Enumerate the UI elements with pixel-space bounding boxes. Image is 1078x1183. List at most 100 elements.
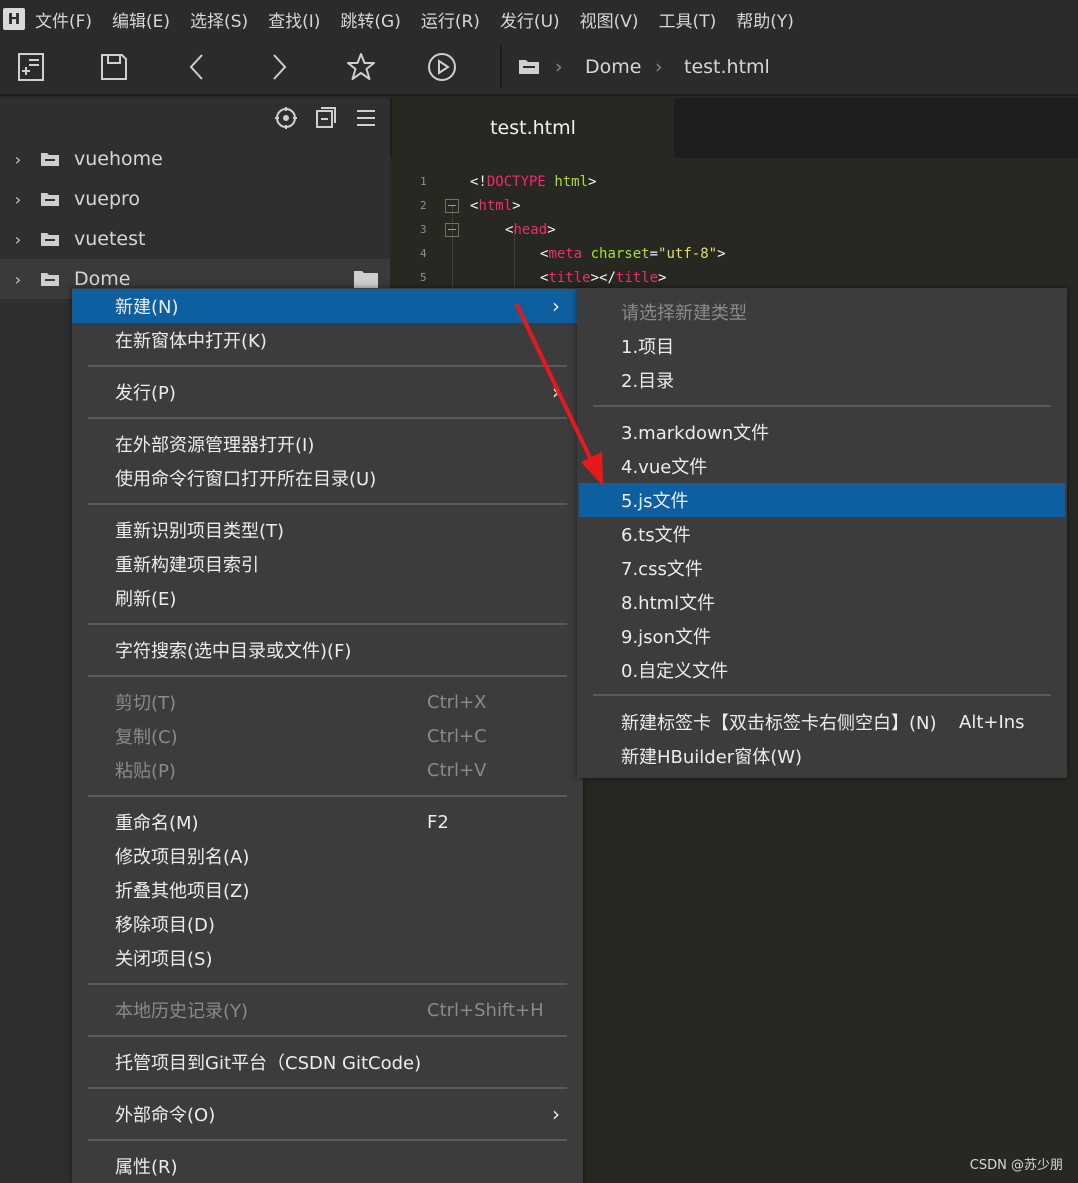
- menu-item-new[interactable]: 新建(N) ›: [72, 289, 577, 323]
- menu-item-refresh[interactable]: 刷新(E): [72, 581, 583, 615]
- submenu-item-js[interactable]: 5.js文件: [579, 483, 1065, 517]
- submenu-item-label: 新建HBuilder窗体(W): [621, 747, 803, 768]
- submenu-item-label: 8.html文件: [621, 593, 716, 614]
- menu-item-properties[interactable]: 属性(R): [72, 1149, 583, 1183]
- submenu-item-label: 1.项目: [621, 337, 675, 358]
- menu-item-external-cmd[interactable]: 外部命令(O) ›: [72, 1097, 583, 1131]
- menu-view[interactable]: 视图(V): [580, 7, 639, 32]
- menu-divider: [88, 623, 567, 625]
- menu-item-label: 重新识别项目类型(T): [115, 521, 285, 542]
- menu-item-shortcut: Ctrl+C: [427, 725, 487, 747]
- menu-item-rebuild-index[interactable]: 重新构建项目索引: [72, 547, 583, 581]
- menu-item-rename[interactable]: 重命名(M) F2: [72, 805, 583, 839]
- menu-divider: [88, 365, 567, 367]
- menu-select[interactable]: 选择(S): [190, 7, 248, 32]
- code-text: <html>: [470, 198, 521, 214]
- folder-icon: [41, 233, 59, 246]
- menu-item-shortcut: Ctrl+V: [427, 759, 487, 781]
- collapse-all-icon[interactable]: [314, 106, 338, 130]
- menu-item-char-search[interactable]: 字符搜索(选中目录或文件)(F): [72, 633, 583, 667]
- tree-item-vuehome[interactable]: › vuehome: [0, 139, 390, 179]
- submenu-item-vue[interactable]: 4.vue文件: [579, 449, 1065, 483]
- menu-divider: [88, 675, 567, 677]
- menu-item-label: 粘贴(P): [115, 761, 176, 782]
- run-icon[interactable]: [425, 50, 459, 84]
- submenu-item-new-tab[interactable]: 新建标签卡【双击标签卡右侧空白】(N) Alt+Ins: [579, 705, 1065, 739]
- chevron-right-icon[interactable]: ›: [0, 150, 36, 169]
- chevron-right-icon[interactable]: ›: [0, 190, 36, 209]
- menu-item-history: 本地历史记录(Y) Ctrl+Shift+H: [72, 993, 583, 1027]
- menu-item-publish[interactable]: 发行(P) ›: [72, 375, 583, 409]
- submenu-item-html[interactable]: 8.html文件: [579, 585, 1065, 619]
- menu-item-label: 重新构建项目索引: [115, 555, 259, 576]
- submenu-item-label: 5.js文件: [621, 491, 689, 512]
- menu-item-reidentify[interactable]: 重新识别项目类型(T): [72, 513, 583, 547]
- submenu-header: 请选择新建类型: [579, 295, 1065, 329]
- menu-help[interactable]: 帮助(Y): [736, 7, 794, 32]
- menu-item-git-host[interactable]: 托管项目到Git平台（CSDN GitCode): [72, 1045, 583, 1079]
- menu-item-alias[interactable]: 修改项目别名(A): [72, 839, 583, 873]
- new-file-icon[interactable]: [14, 50, 48, 84]
- folder-icon: [41, 273, 59, 286]
- menu-item-label: 关闭项目(S): [115, 949, 213, 970]
- back-icon[interactable]: [180, 50, 214, 84]
- star-icon[interactable]: [344, 50, 378, 84]
- submenu-item-label: 6.ts文件: [621, 525, 691, 546]
- submenu-item-ts[interactable]: 6.ts文件: [579, 517, 1065, 551]
- menu-tools[interactable]: 工具(T): [659, 7, 717, 32]
- toolbar: › Dome › test.html: [0, 38, 1078, 96]
- breadcrumb-separator-icon: ›: [655, 56, 663, 78]
- submenu-item-shortcut: Alt+Ins: [959, 711, 1025, 733]
- code-line: 5 <title></title>: [390, 266, 1078, 290]
- menu-item-remove[interactable]: 移除项目(D): [72, 907, 583, 941]
- menu-item-open-new-window[interactable]: 在新窗体中打开(K): [72, 323, 583, 357]
- context-menu: 新建(N) › 在新窗体中打开(K) 发行(P) › 在外部资源管理器打开(I)…: [72, 288, 583, 1183]
- menu-item-collapse-others[interactable]: 折叠其他项目(Z): [72, 873, 583, 907]
- chevron-right-icon: ›: [552, 1102, 560, 1126]
- menu-divider: [88, 983, 567, 985]
- menu-item-open-cmd[interactable]: 使用命令行窗口打开所在目录(U): [72, 461, 583, 495]
- submenu-item-label: 9.json文件: [621, 627, 711, 648]
- menu-edit[interactable]: 编辑(E): [112, 7, 170, 32]
- menu-goto[interactable]: 跳转(G): [340, 7, 400, 32]
- submenu-item-css[interactable]: 7.css文件: [579, 551, 1065, 585]
- code-editor[interactable]: 1 <!DOCTYPE html> 2 <html> 3 <head> 4 <m…: [390, 170, 1078, 310]
- line-number: 5: [420, 271, 427, 284]
- sidebar-tools: [274, 106, 378, 130]
- menu-publish[interactable]: 发行(U): [500, 7, 560, 32]
- fold-icon[interactable]: [445, 199, 459, 213]
- menu-find[interactable]: 查找(I): [268, 7, 320, 32]
- menu-item-label: 字符搜索(选中目录或文件)(F): [115, 641, 352, 662]
- menu-run[interactable]: 运行(R): [421, 7, 480, 32]
- submenu-item-label: 新建标签卡【双击标签卡右侧空白】(N): [621, 713, 937, 734]
- tree-item-label: vuetest: [74, 228, 146, 250]
- code-line: 2 <html>: [390, 194, 1078, 218]
- open-folder-icon: [354, 271, 378, 288]
- menu-item-label: 发行(P): [115, 383, 176, 404]
- chevron-right-icon[interactable]: ›: [0, 230, 36, 249]
- line-number: 3: [420, 223, 427, 236]
- submenu-item-custom[interactable]: 0.自定义文件: [579, 653, 1065, 687]
- chevron-right-icon[interactable]: ›: [0, 270, 36, 289]
- menu-item-close[interactable]: 关闭项目(S): [72, 941, 583, 975]
- breadcrumb-file[interactable]: test.html: [684, 56, 770, 78]
- forward-icon[interactable]: [262, 50, 296, 84]
- tab-test-html[interactable]: test.html: [392, 98, 674, 158]
- menu-item-label: 移除项目(D): [115, 915, 215, 936]
- fold-icon[interactable]: [445, 223, 459, 237]
- breadcrumb-project[interactable]: Dome: [585, 56, 641, 78]
- submenu-item-json[interactable]: 9.json文件: [579, 619, 1065, 653]
- submenu-item-project[interactable]: 1.项目: [579, 329, 1065, 363]
- submenu-item-new-window[interactable]: 新建HBuilder窗体(W): [579, 739, 1065, 773]
- locate-icon[interactable]: [274, 106, 298, 130]
- tree-item-vuepro[interactable]: › vuepro: [0, 179, 390, 219]
- menu-file[interactable]: 文件(F): [35, 7, 92, 32]
- save-icon[interactable]: [97, 50, 131, 84]
- submenu-item-directory[interactable]: 2.目录: [579, 363, 1065, 397]
- submenu-item-markdown[interactable]: 3.markdown文件: [579, 415, 1065, 449]
- toolbar-divider: [500, 46, 502, 88]
- menu-item-label: 剪切(T): [115, 693, 177, 714]
- menu-icon[interactable]: [354, 106, 378, 130]
- menu-item-open-explorer[interactable]: 在外部资源管理器打开(I): [72, 427, 583, 461]
- tree-item-vuetest[interactable]: › vuetest: [0, 219, 390, 259]
